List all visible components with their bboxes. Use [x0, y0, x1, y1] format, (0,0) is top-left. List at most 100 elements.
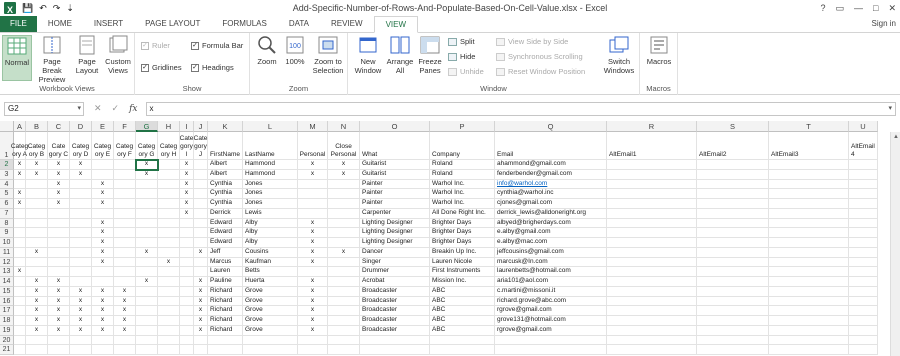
cell-c10[interactable]: [48, 238, 70, 248]
cell-t4[interactable]: [769, 179, 849, 190]
cell-d2[interactable]: x: [70, 160, 92, 170]
cell-c17[interactable]: x: [48, 306, 70, 316]
cell-j5[interactable]: [194, 189, 208, 199]
cell-n9[interactable]: [328, 228, 360, 238]
cell-q13[interactable]: laurenbetts@hotmail.com: [495, 267, 607, 277]
cell-s2[interactable]: [697, 160, 769, 170]
cell-c14[interactable]: x: [48, 277, 70, 287]
cell-c12[interactable]: [48, 257, 70, 268]
cell-s12[interactable]: [697, 257, 769, 268]
cell-l15[interactable]: Grove: [243, 286, 298, 297]
cell-a8[interactable]: [14, 218, 26, 229]
cell-q20[interactable]: [495, 335, 607, 346]
cell-u6[interactable]: [849, 199, 878, 209]
cell-c13[interactable]: [48, 267, 70, 277]
cell-e17[interactable]: x: [92, 306, 114, 316]
cell-q12[interactable]: marcusk@In.com: [495, 257, 607, 268]
cell-k14[interactable]: Pauline: [208, 277, 243, 287]
cell-g9[interactable]: [136, 228, 158, 238]
cell-c6[interactable]: x: [48, 199, 70, 209]
cell-f9[interactable]: [114, 228, 136, 238]
column-header-d[interactable]: D: [70, 121, 92, 132]
split-button[interactable]: Split: [448, 37, 475, 46]
cell-i3[interactable]: x: [180, 169, 194, 180]
tab-data[interactable]: DATA: [278, 16, 320, 32]
cell-b11[interactable]: x: [26, 247, 48, 258]
view-side-by-side-button[interactable]: View Side by Side: [496, 37, 568, 46]
cell-k16[interactable]: Richard: [208, 296, 243, 307]
cell-m13[interactable]: [298, 267, 328, 277]
cell-q8[interactable]: albyed@brigherdays.com: [495, 218, 607, 229]
cell-n8[interactable]: [328, 218, 360, 229]
cell-l6[interactable]: Jones: [243, 199, 298, 209]
cell-q3[interactable]: fenderbender@gmail.com: [495, 169, 607, 180]
cell-k7[interactable]: Derrick: [208, 208, 243, 219]
cell-u4[interactable]: [849, 179, 878, 190]
cell-g2[interactable]: x: [135, 159, 159, 171]
cell-j13[interactable]: [194, 267, 208, 277]
header-cell-h[interactable]: Categ ory H: [158, 132, 180, 160]
cell-k10[interactable]: Edward: [208, 238, 243, 248]
column-header-k[interactable]: K: [208, 121, 243, 132]
cell-q19[interactable]: rgrove@gmail.com: [495, 325, 607, 336]
cell-h11[interactable]: [158, 247, 180, 258]
cell-j15[interactable]: x: [194, 286, 208, 297]
cell-h4[interactable]: [158, 179, 180, 190]
cell-s13[interactable]: [697, 267, 769, 277]
cell-b6[interactable]: [26, 199, 48, 209]
column-header-u[interactable]: U: [849, 121, 878, 132]
row-header[interactable]: 5: [0, 189, 14, 199]
cell-f4[interactable]: [114, 179, 136, 190]
cell-b12[interactable]: [26, 257, 48, 268]
cell-i14[interactable]: [180, 277, 194, 287]
cell-i6[interactable]: x: [180, 199, 194, 209]
cell-e8[interactable]: x: [92, 218, 114, 229]
row-header[interactable]: 12: [0, 257, 14, 268]
new-window-button[interactable]: New Window: [352, 35, 384, 75]
cell-e4[interactable]: x: [92, 179, 114, 190]
cell-u9[interactable]: [849, 228, 878, 238]
cell-q5[interactable]: cynthia@warhol.inc: [495, 189, 607, 199]
cell-b3[interactable]: x: [26, 169, 48, 180]
cell-b17[interactable]: x: [26, 306, 48, 316]
cell-r11[interactable]: [607, 247, 697, 258]
cell-o21[interactable]: [360, 345, 430, 355]
cell-t11[interactable]: [769, 247, 849, 258]
cell-a15[interactable]: [14, 286, 26, 297]
cell-l18[interactable]: Grove: [243, 316, 298, 326]
ruler-checkbox[interactable]: ✓ Ruler: [141, 41, 170, 50]
headings-checkbox[interactable]: ✓ Headings: [191, 63, 234, 72]
cell-h21[interactable]: [158, 345, 180, 355]
cell-e21[interactable]: [92, 345, 114, 355]
cell-h20[interactable]: [158, 335, 180, 346]
cell-o17[interactable]: Broadcaster: [360, 306, 430, 316]
cell-j9[interactable]: [194, 228, 208, 238]
cell-p20[interactable]: [430, 335, 495, 346]
cell-t7[interactable]: [769, 208, 849, 219]
cell-n3[interactable]: x: [328, 169, 360, 180]
column-header-t[interactable]: T: [769, 121, 849, 132]
cell-m19[interactable]: x: [298, 325, 328, 336]
cell-o2[interactable]: Guitarist: [360, 160, 430, 170]
cell-n16[interactable]: [328, 296, 360, 307]
cell-h5[interactable]: [158, 189, 180, 199]
header-cell-b[interactable]: Categ ory B: [26, 132, 48, 160]
cell-t13[interactable]: [769, 267, 849, 277]
column-header-q[interactable]: Q: [495, 121, 607, 132]
row-header[interactable]: 15: [0, 286, 14, 297]
cell-l2[interactable]: Hammond: [243, 160, 298, 170]
cell-e9[interactable]: x: [92, 228, 114, 238]
cell-q10[interactable]: e.alby@mac.com: [495, 238, 607, 248]
cell-h14[interactable]: [158, 277, 180, 287]
cell-b19[interactable]: x: [26, 325, 48, 336]
cell-g12[interactable]: [136, 257, 158, 268]
cell-p18[interactable]: ABC: [430, 316, 495, 326]
column-header-j[interactable]: J: [194, 121, 208, 132]
cell-h6[interactable]: [158, 199, 180, 209]
cell-i11[interactable]: [180, 247, 194, 258]
cell-i18[interactable]: [180, 316, 194, 326]
cell-r14[interactable]: [607, 277, 697, 287]
cell-n17[interactable]: [328, 306, 360, 316]
cell-l8[interactable]: Alby: [243, 218, 298, 229]
cell-r8[interactable]: [607, 218, 697, 229]
